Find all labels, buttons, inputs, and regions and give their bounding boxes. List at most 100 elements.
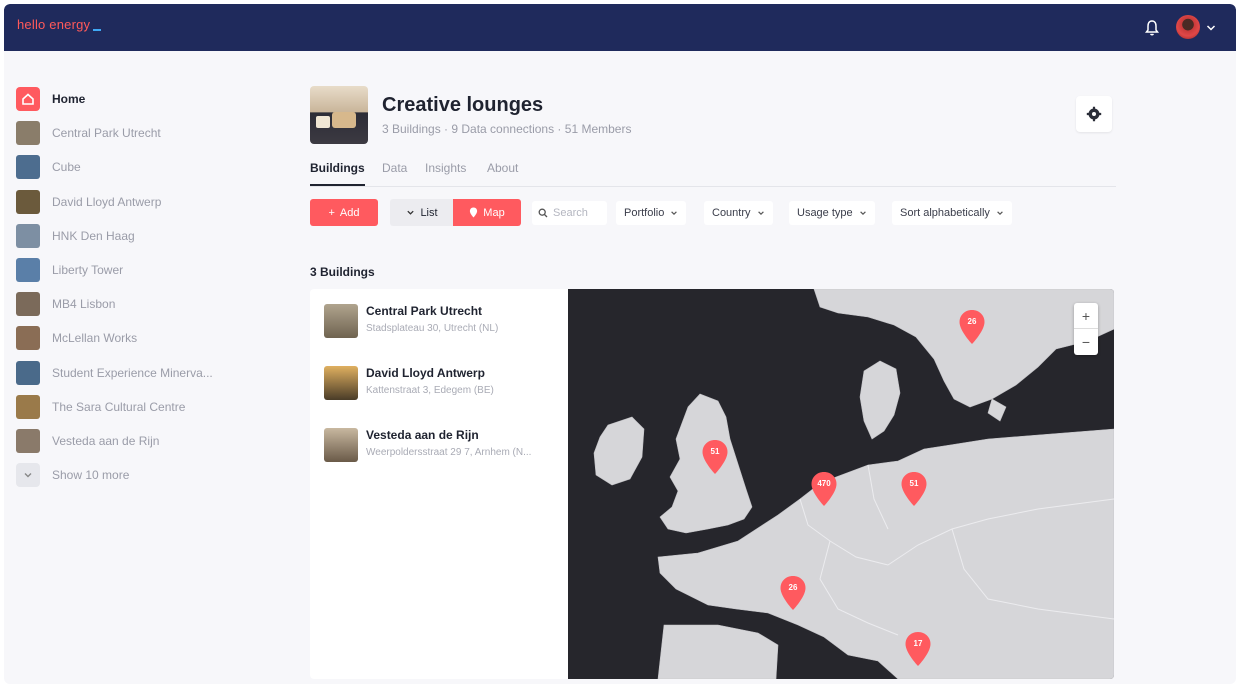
map-pin[interactable]: 51	[701, 439, 729, 475]
logo[interactable]: hello energy	[17, 17, 102, 32]
map-pin-icon	[905, 632, 931, 666]
sidebar-item-building[interactable]: Vesteda aan de Rijn	[16, 424, 256, 458]
tab-buildings[interactable]: Buildings	[310, 161, 365, 186]
map-pin[interactable]: 26	[779, 575, 807, 611]
pin-label: 17	[913, 639, 923, 648]
zoom-out-button[interactable]: −	[1074, 329, 1098, 355]
map-pin[interactable]: 17	[904, 631, 932, 667]
building-address: Kattenstraat 3, Edegem (BE)	[366, 385, 494, 396]
top-bar: hello energy	[4, 4, 1236, 51]
sidebar-item-building[interactable]: David Lloyd Antwerp	[16, 185, 256, 219]
chevron-down-icon	[16, 463, 40, 488]
building-thumbnail	[16, 326, 40, 351]
map-pin-icon	[470, 207, 478, 218]
list-item[interactable]: David Lloyd Antwerp Kattenstraat 3, Edeg…	[324, 363, 564, 403]
show-more-button[interactable]: Show 10 more	[16, 458, 256, 492]
building-name: Vesteda aan de Rijn	[366, 428, 479, 442]
building-thumbnail	[324, 428, 358, 462]
building-thumbnail	[16, 155, 40, 180]
sidebar-item-label: Home	[52, 92, 86, 107]
map-view-button[interactable]: Map	[453, 199, 521, 226]
building-thumbnail	[16, 121, 40, 146]
pin-label: 26	[967, 317, 977, 326]
search-icon	[538, 208, 548, 218]
sidebar-item-building[interactable]: The Sara Cultural Centre	[16, 390, 256, 424]
dropdown-label: Sort alphabetically	[900, 207, 990, 219]
dropdown-label: Country	[712, 207, 751, 219]
tab-bar: Buildings Data Insights About	[310, 159, 1116, 187]
map-land	[593, 289, 1114, 679]
search-input[interactable]: Search	[532, 201, 607, 225]
sidebar-item-label: Cube	[52, 160, 81, 175]
country-dropdown[interactable]: Country	[704, 201, 773, 225]
building-name: Central Park Utrecht	[366, 304, 483, 318]
add-button[interactable]: + Add	[310, 199, 378, 226]
pin-label: 51	[710, 447, 720, 456]
page-title: Creative lounges	[382, 94, 544, 116]
add-button-label: Add	[339, 206, 360, 219]
map-pin-icon	[780, 576, 806, 610]
portfolio-image	[310, 86, 368, 144]
sidebar-item-label: Liberty Tower	[52, 263, 124, 278]
sidebar-item-label: Central Park Utrecht	[52, 126, 161, 141]
list-item[interactable]: Vesteda aan de Rijn Weerpoldersstraat 29…	[324, 425, 564, 465]
sidebar: Home Central Park Utrecht Cube David Llo…	[16, 82, 256, 492]
sidebar-item-building[interactable]: HNK Den Haag	[16, 219, 256, 253]
home-icon	[16, 87, 40, 112]
building-thumbnail	[16, 189, 40, 214]
avatar	[1176, 15, 1200, 39]
sidebar-item-home[interactable]: Home	[16, 82, 256, 116]
building-thumbnail	[324, 366, 358, 400]
list-icon	[407, 210, 415, 215]
map-pin[interactable]: 470	[810, 471, 838, 507]
sidebar-item-label: David Lloyd Antwerp	[52, 194, 162, 209]
building-thumbnail	[16, 428, 40, 453]
chevron-down-icon	[859, 211, 866, 216]
sort-dropdown[interactable]: Sort alphabetically	[892, 201, 1012, 225]
sidebar-item-building[interactable]: MB4 Lisbon	[16, 287, 256, 321]
buildings-count: 3 Buildings	[310, 265, 375, 279]
sidebar-item-building[interactable]: Cube	[16, 150, 256, 184]
chevron-down-icon	[671, 211, 678, 216]
usage-type-dropdown[interactable]: Usage type	[789, 201, 875, 225]
chevron-down-icon	[997, 211, 1003, 216]
sidebar-item-label: HNK Den Haag	[52, 228, 135, 243]
list-view-label: List	[420, 206, 438, 219]
chevron-down-icon	[1206, 25, 1216, 31]
tab-about[interactable]: About	[487, 161, 518, 184]
building-thumbnail	[16, 292, 40, 317]
zoom-control: + −	[1074, 303, 1098, 355]
chevron-down-icon	[757, 211, 764, 216]
map-pin[interactable]: 51	[900, 471, 928, 507]
building-address: Stadsplateau 30, Utrecht (NL)	[366, 323, 499, 334]
zoom-in-button[interactable]: +	[1074, 303, 1098, 329]
settings-button[interactable]	[1076, 96, 1112, 132]
bell-icon[interactable]	[1144, 19, 1160, 37]
sidebar-item-label: The Sara Cultural Centre	[52, 399, 186, 414]
sidebar-item-label: Vesteda aan de Rijn	[52, 433, 160, 448]
sidebar-item-building[interactable]: McLellan Works	[16, 321, 256, 355]
building-thumbnail	[324, 304, 358, 338]
sidebar-item-building[interactable]: Student Experience Minerva...	[16, 356, 256, 390]
building-thumbnail	[16, 258, 40, 283]
gear-icon	[1086, 106, 1102, 122]
sidebar-item-building[interactable]: Central Park Utrecht	[16, 116, 256, 150]
sidebar-item-label: MB4 Lisbon	[52, 297, 116, 312]
tab-data[interactable]: Data	[382, 161, 407, 184]
sidebar-item-label: McLellan Works	[52, 331, 138, 346]
portfolio-dropdown[interactable]: Portfolio	[616, 201, 687, 225]
sidebar-item-label: Student Experience Minerva...	[52, 365, 213, 380]
app-window: hello energy Home Central Park Utrecht C…	[4, 4, 1236, 684]
map[interactable]: + − 26 51 470 51 26 17	[568, 289, 1114, 679]
building-thumbnail	[16, 360, 40, 385]
map-pin-icon	[901, 472, 927, 506]
sidebar-item-building[interactable]: Liberty Tower	[16, 253, 256, 287]
building-name: David Lloyd Antwerp	[366, 366, 485, 380]
dropdown-label: Portfolio	[624, 207, 665, 219]
tab-insights[interactable]: Insights	[425, 161, 466, 184]
building-thumbnail	[16, 223, 40, 248]
map-pin[interactable]: 26	[958, 309, 986, 345]
list-view-button[interactable]: List	[390, 199, 454, 226]
list-item[interactable]: Central Park Utrecht Stadsplateau 30, Ut…	[324, 301, 564, 341]
user-menu[interactable]	[1176, 15, 1222, 41]
